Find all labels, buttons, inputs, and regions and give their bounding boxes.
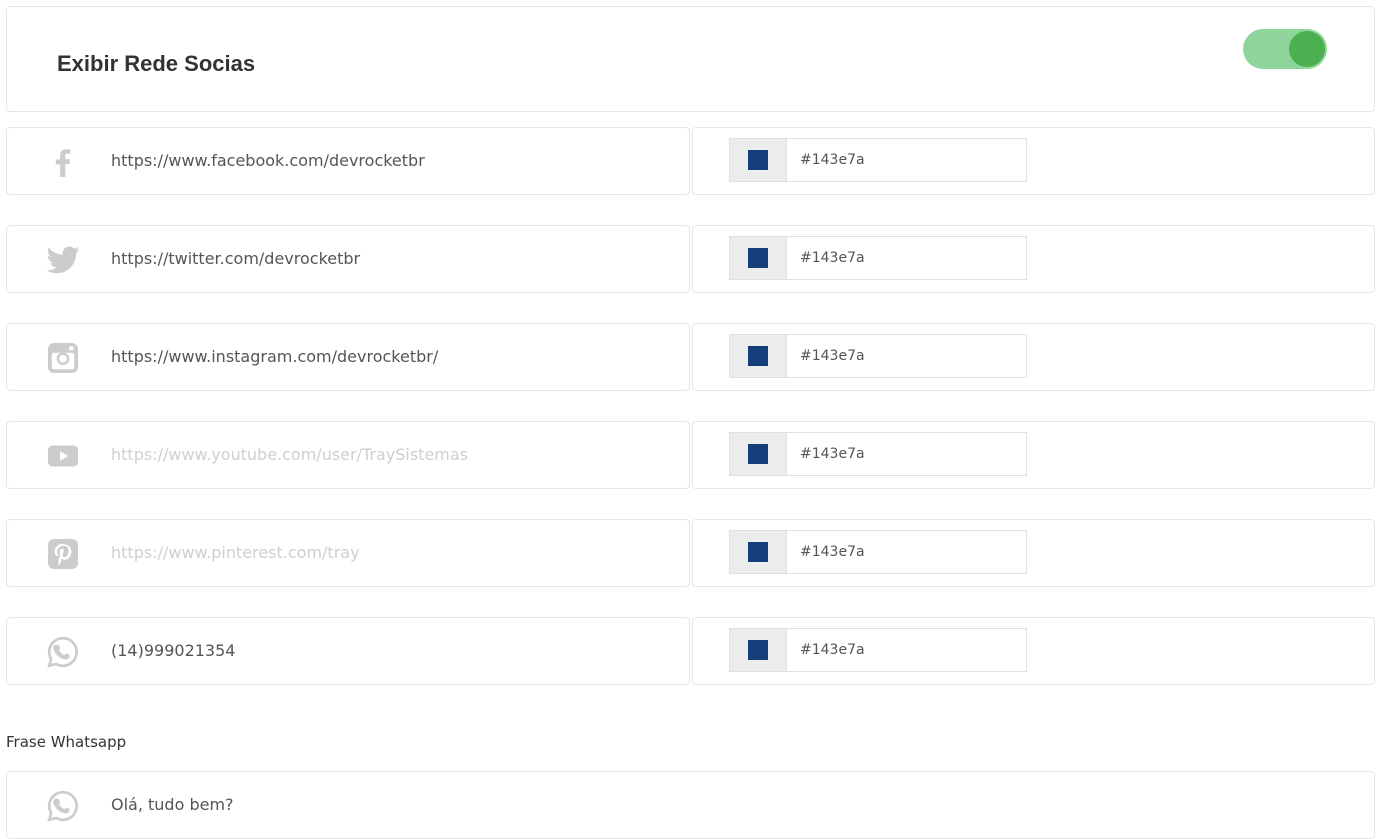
whatsapp-phrase-text: Olá, tudo bem? [111,795,234,814]
color-value: #143e7a [800,544,865,560]
color-input[interactable]: #143e7a [729,628,1027,672]
header-card: Exibir Rede Socias [6,6,1375,112]
color-value: #143e7a [800,152,865,168]
social-url-placeholder: https://www.youtube.com/user/TraySistema… [111,445,469,464]
color-picker-button[interactable] [730,433,787,475]
color-picker-button[interactable] [730,531,787,573]
twitter-icon [45,242,81,278]
color-value: #143e7a [800,348,865,364]
whatsapp-icon [45,634,81,670]
color-swatch [748,640,768,660]
color-field-row-instagram: #143e7a [692,323,1375,391]
toggle-knob [1289,31,1325,67]
social-url-placeholder: https://www.pinterest.com/tray [111,543,360,562]
whatsapp-number-text: (14)999021354 [111,641,236,660]
social-url-field-twitter[interactable]: https://twitter.com/devrocketbr [6,225,690,293]
pinterest-icon [45,536,81,572]
facebook-icon [45,144,81,180]
social-url-field-youtube[interactable]: https://www.youtube.com/user/TraySistema… [6,421,690,489]
show-social-toggle[interactable] [1243,29,1327,69]
page-title: Exibir Rede Socias [57,51,256,76]
color-field-row-youtube: #143e7a [692,421,1375,489]
color-swatch [748,346,768,366]
color-input[interactable]: #143e7a [729,236,1027,280]
social-url-field-facebook[interactable]: https://www.facebook.com/devrocketbr [6,127,690,195]
color-picker-button[interactable] [730,139,787,181]
color-picker-button[interactable] [730,237,787,279]
color-field-row-facebook: #143e7a [692,127,1375,195]
color-field-row-pinterest: #143e7a [692,519,1375,587]
instagram-icon [45,340,81,376]
color-swatch [748,248,768,268]
social-url-field-instagram[interactable]: https://www.instagram.com/devrocketbr/ [6,323,690,391]
color-picker-button[interactable] [730,335,787,377]
whatsapp-icon [45,788,81,824]
whatsapp-phrase-field[interactable]: Olá, tudo bem? [6,771,1375,839]
social-url-field-whatsapp[interactable]: (14)999021354 [6,617,690,685]
color-field-row-whatsapp: #143e7a [692,617,1375,685]
color-swatch [748,150,768,170]
youtube-icon [45,438,81,474]
color-value: #143e7a [800,642,865,658]
social-url-text: https://twitter.com/devrocketbr [111,249,361,268]
color-field-row-twitter: #143e7a [692,225,1375,293]
color-input[interactable]: #143e7a [729,432,1027,476]
color-input[interactable]: #143e7a [729,334,1027,378]
color-swatch [748,444,768,464]
color-input[interactable]: #143e7a [729,530,1027,574]
social-url-text: https://www.facebook.com/devrocketbr [111,151,425,170]
whatsapp-phrase-label: Frase Whatsapp [6,733,127,751]
social-url-field-pinterest[interactable]: https://www.pinterest.com/tray [6,519,690,587]
color-value: #143e7a [800,250,865,266]
color-value: #143e7a [800,446,865,462]
color-picker-button[interactable] [730,629,787,671]
color-input[interactable]: #143e7a [729,138,1027,182]
color-swatch [748,542,768,562]
social-url-text: https://www.instagram.com/devrocketbr/ [111,347,439,366]
